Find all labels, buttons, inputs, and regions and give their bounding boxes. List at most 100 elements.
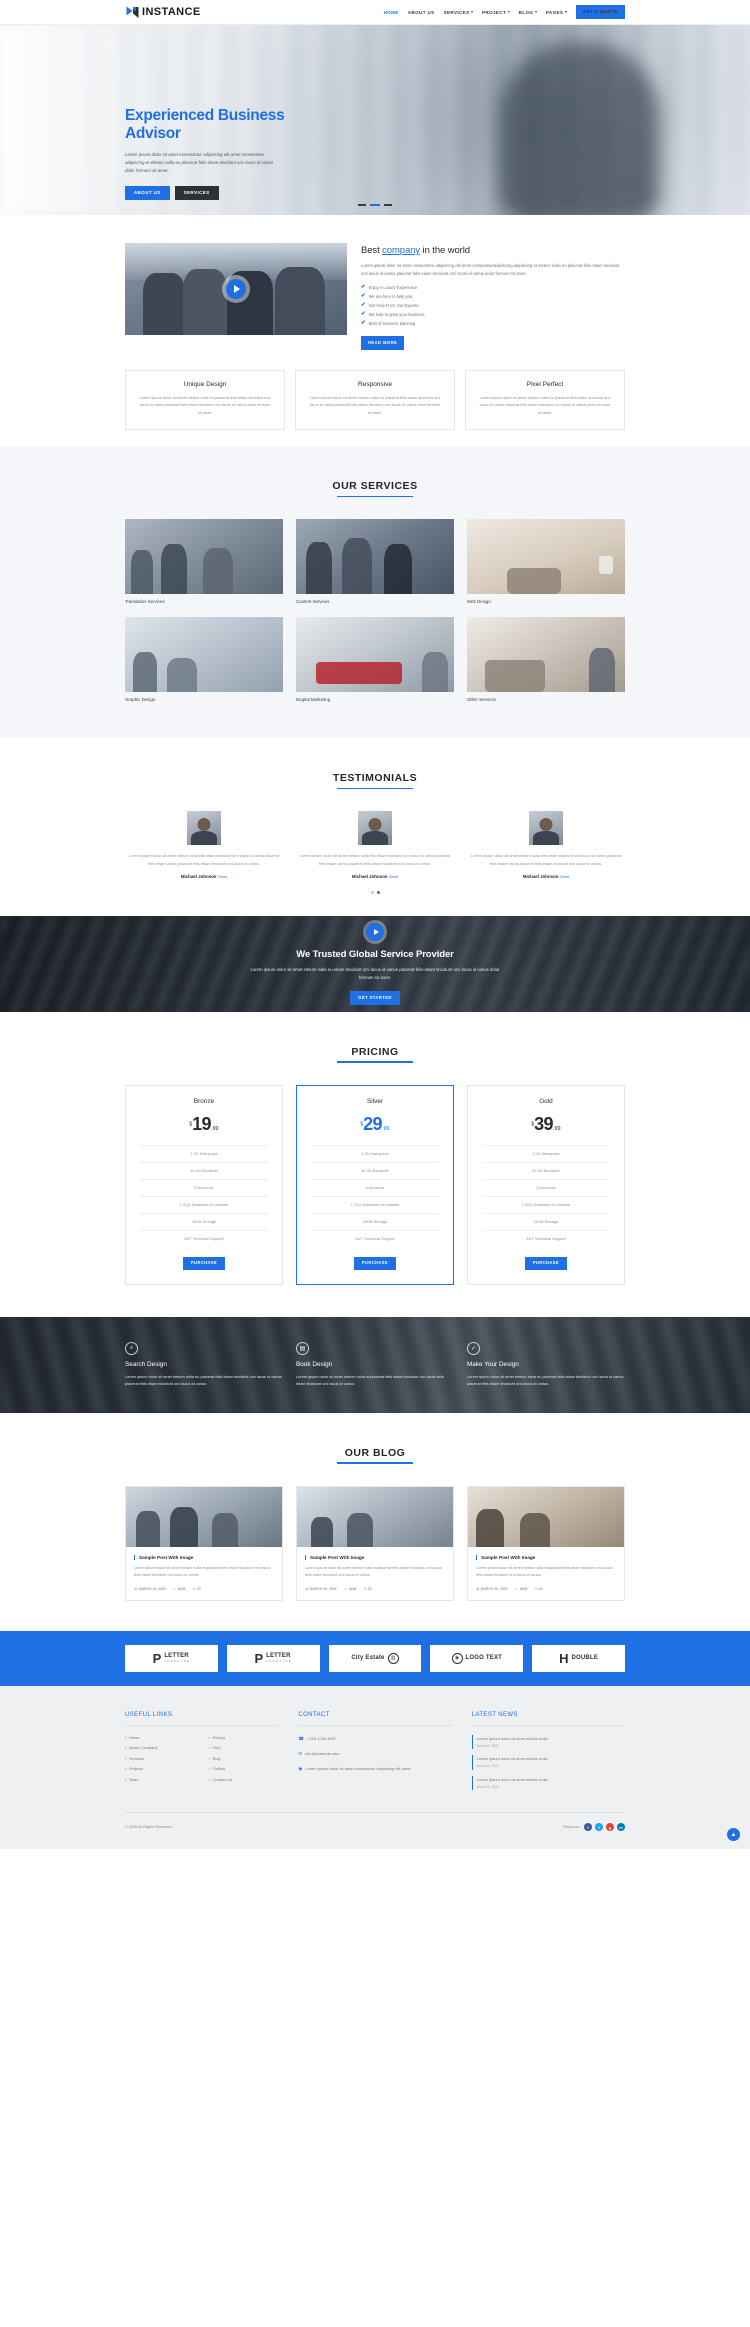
service-card[interactable]: Web Design [466,519,625,604]
blog-card[interactable]: Sample Post With Image Lorem ipsum dolor… [125,1485,283,1601]
feature-text: Lorem ipsum dolor sit amet eletum nulla … [309,394,441,415]
blog-card[interactable]: Sample Post With Image Lorem ipsum dolor… [295,1485,454,1601]
play-icon[interactable] [366,922,384,941]
blog-post-title[interactable]: Sample Post With Image [304,1554,445,1560]
service-card[interactable]: Content Services [295,519,454,604]
nav-item-project[interactable]: PROJECT [482,10,510,15]
hero-dot[interactable] [384,204,392,206]
list-item[interactable]: › Blog [209,1756,279,1761]
back-to-top-button[interactable]: ▲ [727,1828,740,1842]
blog-card[interactable]: Sample Post With Image Lorem ipsum dolor… [466,1485,625,1601]
list-item[interactable]: › Projects [125,1766,195,1771]
nav-item-home[interactable]: HOME [384,10,399,15]
hero-dot-active[interactable] [370,204,380,206]
service-card[interactable]: Other Services [466,617,625,702]
comment-icon: ✉ [192,1586,196,1591]
about-person [275,267,325,335]
about-heading-link[interactable]: company [382,245,420,256]
read-more-button[interactable]: READ MORE [361,336,405,350]
news-item[interactable]: Lorem ipsum dolor sit amet eletum nulla M… [471,1755,625,1770]
testimonial-dots[interactable] [125,890,625,894]
nav-item-about-us[interactable]: ABOUT US [408,10,435,15]
purchase-button[interactable]: PURCHASE [524,1256,568,1270]
price-amount: 39 [534,1113,553,1134]
get-started-button[interactable]: GET STARTED [350,991,400,1005]
linkedin-icon[interactable]: in [617,1823,625,1832]
testimonials-section: TESTIMONIALS Lorem ipsum dolor sit amet … [0,738,750,916]
list-item[interactable]: › Pricing [209,1735,279,1740]
news-item[interactable]: Lorem ipsum dolor sit amet eletum nulla M… [471,1775,625,1791]
chevron-down-icon [564,11,567,13]
blog-comments: ✉ 23 [363,1586,372,1591]
check-icon: ✔ [361,301,366,308]
about-video-thumbnail[interactable] [125,243,347,335]
plan-price: $19.99 [126,1114,282,1135]
news-date: March 10, 2020 [476,1784,499,1789]
blog-excerpt: Lorem ipsum dolor sit amet eletum nulla … [134,1565,271,1578]
page-root: INSTANCE HOME ABOUT US SERVICES PROJECT … [0,0,750,1850]
user-icon: ☺ [514,1586,519,1591]
play-icon[interactable] [226,279,246,299]
cta-banner: We Trusted Global Service Provider Lorem… [0,915,750,1012]
feature-title: Pixel Perfect [526,380,564,388]
list-item: ✔ Best of business planning [361,319,625,327]
blog-post-title[interactable]: Sample Post With Image [475,1554,616,1560]
contact-phone[interactable]: ☎ +100 1234 4567 [298,1735,451,1743]
testimonial-dot[interactable] [370,890,374,894]
service-card[interactable]: Graphic Design [125,617,283,702]
price-cents: .99 [210,1125,219,1132]
list-item[interactable]: › Gallery [209,1766,279,1771]
check-icon: ✔ [361,283,366,290]
purchase-button[interactable]: PURCHASE [182,1256,226,1270]
blog-post-title[interactable]: Sample Post With Image [134,1554,274,1560]
list-item[interactable]: › Contact Us [209,1777,279,1782]
client-logo-city-estate: City Estate ▥ [328,1644,422,1672]
hero-title: Experienced Business Advisor [125,107,285,143]
list-item[interactable]: › Home [125,1735,195,1740]
purchase-button[interactable]: PURCHASE [353,1256,397,1270]
service-card[interactable]: Degital Marketing [295,617,454,702]
footer-contact-list: ☎ +100 1234 4567 ✉ info@example.com ◉ Lorem… [298,1735,451,1774]
blog-excerpt: Lorem ipsum dolor sit amet eletum nulla … [304,1565,442,1578]
footer-link-column-1: › Home › About Company › Services › Projects… [125,1735,195,1788]
blog-image [126,1486,282,1547]
twitter-icon[interactable]: t [595,1823,603,1832]
plan-price: $39.99 [468,1114,624,1135]
testimonial-name: Michael Johnson Client [351,873,399,879]
get-a-quote-button[interactable]: GET A QUOTE [575,4,625,20]
plan-features: 1 Gb Diskspace 10 Gb Bandwith 5 Accounts… [126,1144,282,1247]
logo[interactable]: INSTANCE [125,5,201,20]
blog-meta: ▤ MARCH 10, 2020 ☺ ADM ✉ 23 [134,1587,274,1591]
clients-strip: P LETTER LOGOTYPE P LETTER LOGOTYPE City E… [0,1630,750,1686]
about-section: Best company in the world Lorem ipsum do… [0,215,750,447]
google-plus-icon[interactable]: g [606,1823,614,1832]
nav-item-pages[interactable]: PAGES [546,10,567,15]
blog-date: ▤ MARCH 10, 2020 [304,1586,337,1591]
feature-title: Responsive [358,380,392,388]
contact-email[interactable]: ✉ info@example.com [298,1750,451,1758]
nav-item-services[interactable]: SERVICES [444,10,474,15]
list-item[interactable]: › Team [125,1777,195,1782]
service-image [125,519,283,595]
list-item[interactable]: › About Company [125,1745,195,1750]
list-item[interactable]: › Services [125,1756,195,1761]
hero-about-us-button[interactable]: ABOUT US [125,185,170,201]
hero-services-button[interactable]: SERVICES [174,185,219,201]
feature-card: Unique Design Lorem ipsum dolor sit amet… [125,369,285,431]
hero-slider-dots[interactable] [0,204,750,206]
check-icon: ✔ [361,319,366,326]
news-date: March 10, 2020 [476,1743,499,1748]
news-item[interactable]: Lorem ipsum dolor sit amet eletum nulla M… [471,1734,625,1750]
hero-dot[interactable] [358,204,366,206]
chevron-right-icon: › [125,1766,127,1772]
facebook-icon[interactable]: f [584,1823,592,1832]
plan-features: 1 Gb Diskspace 10 Gb Bandwith 5 Accounts… [468,1144,624,1247]
testimonial-dot-active[interactable] [376,890,380,894]
plan-features: 1 Gb Diskspace 10 Gb Bandwith 5 Accounts… [297,1144,453,1247]
list-item: ✔ Get Help From Our Experts [361,301,625,309]
service-card[interactable]: Translation Services [125,519,283,604]
list-item[interactable]: › FAQ [209,1745,279,1750]
nav-item-blog[interactable]: BLOG [519,10,537,15]
client-logo-letter-1: P LETTER LOGOTYPE [125,1644,218,1672]
about-lead-text: Lorem ipsum dolor sit amet consectetur a… [361,263,620,276]
